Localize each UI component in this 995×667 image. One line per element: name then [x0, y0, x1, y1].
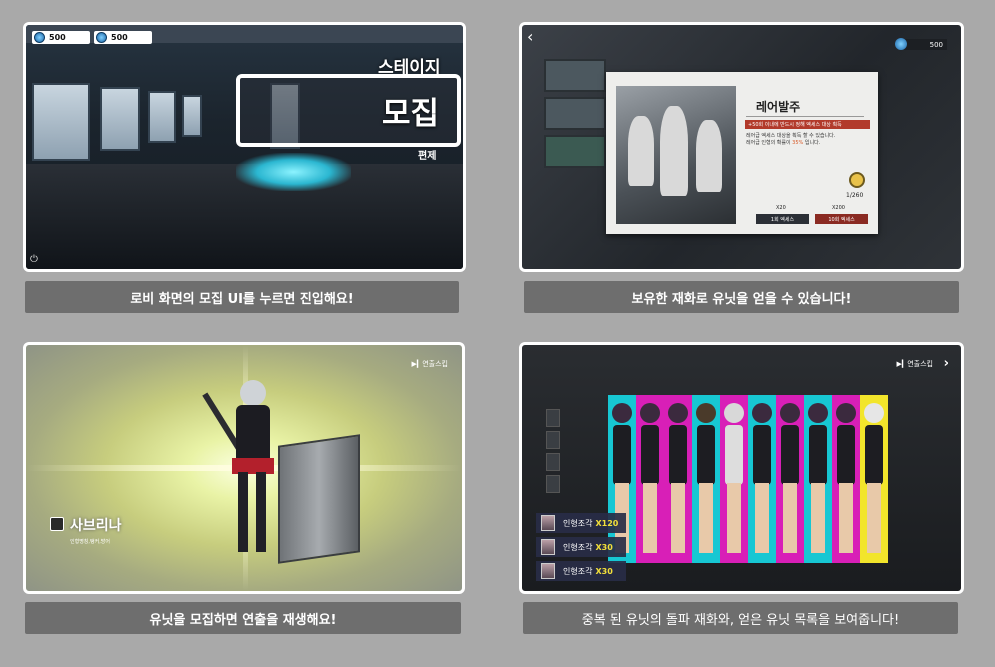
currency-badge: 500 — [32, 31, 90, 44]
single-pull-button[interactable]: 1회 엑세스 — [756, 214, 809, 224]
unit-card — [860, 395, 888, 563]
ten-pull-button[interactable]: 10회 엑세스 — [815, 214, 868, 224]
reward-row: 인형조각 X30 — [536, 561, 626, 581]
unit-name: 사브리나 — [70, 518, 122, 534]
recruit-art — [616, 86, 736, 224]
class-badge-icon — [50, 517, 64, 531]
card-description: 레어급 엑세스 대상을 획득 할 수 있습니다. 레어급 인형의 확률이 35%… — [746, 133, 836, 146]
skip-button[interactable]: ▶▎연출스킵 — [896, 359, 933, 369]
unit-card — [636, 395, 664, 563]
caption-2: 보유한 재화로 유닛을 얻을 수 있습니다! — [524, 281, 959, 313]
unit-card — [664, 395, 692, 563]
window — [32, 83, 90, 161]
lobby-screenshot: 500 500 스테이지 모집 편제 ⏻ — [23, 22, 466, 272]
gem-icon — [96, 32, 107, 43]
cost-ten: X200 — [832, 205, 845, 211]
recruit-label: 모집 — [381, 96, 439, 132]
banner-thumbnail[interactable] — [544, 97, 606, 130]
recruit-menu-highlight[interactable]: 모집 — [236, 74, 461, 147]
unit-card — [776, 395, 804, 563]
fragment-icon — [541, 515, 555, 531]
power-icon[interactable]: ⏻ — [30, 254, 38, 265]
results-screenshot: ▶▎연출스킵 › 인형조각 X120 인형조각 X30 인형조각 X30 — [519, 342, 964, 594]
next-arrow-icon[interactable]: › — [944, 356, 949, 371]
skip-button[interactable]: ▶▎연출스킵 — [411, 359, 448, 369]
window — [100, 87, 140, 151]
gem-icon — [895, 38, 907, 50]
banner-thumbnail[interactable] — [544, 59, 606, 92]
caption-3: 유닛을 모집하면 연출을 재생해요! — [25, 602, 461, 634]
currency-badge: 500 — [895, 38, 947, 50]
card-title: 레어발주 — [756, 100, 801, 114]
fragment-icon — [541, 539, 555, 555]
cost-single: X20 — [776, 205, 786, 211]
formation-menu[interactable]: 편제 — [418, 147, 436, 162]
unit-card — [832, 395, 860, 563]
unit-card — [692, 395, 720, 563]
currency-badge: 500 — [94, 31, 152, 44]
window — [182, 95, 202, 137]
holo-table — [236, 153, 351, 191]
recruit-card: 레어발주 +50회 이내에 반드시 정해 엑세스 대상 획득 레어급 엑세스 대… — [606, 72, 878, 234]
caption-1: 로비 화면의 모집 UI를 누르면 진입해요! — [25, 281, 459, 313]
banner-thumbnail[interactable] — [544, 135, 606, 168]
fragment-icon — [541, 563, 555, 579]
unit-card — [748, 395, 776, 563]
guarantee-banner: +50회 이내에 반드시 정해 엑세스 대상 획득 — [745, 120, 870, 129]
unit-reveal-screenshot: ▶▎연출스킵 사브리나 인형명칭,탱커,방어 — [23, 342, 465, 594]
reward-row: 인형조각 X120 — [536, 513, 626, 533]
caption-4: 중복 된 유닛의 돌파 재화와, 얻은 유닛 목록을 보여줍니다! — [523, 602, 958, 634]
pity-counter: 1/260 — [846, 192, 864, 199]
unit-character — [226, 380, 278, 555]
window — [148, 91, 176, 143]
unit-role: 인형명칭,탱커,방어 — [70, 539, 110, 545]
medal-icon — [849, 172, 865, 188]
reward-row: 인형조각 X30 — [536, 537, 626, 557]
unit-card — [804, 395, 832, 563]
back-arrow-icon[interactable]: ‹ — [527, 27, 533, 46]
unit-card — [720, 395, 748, 563]
recruit-screenshot: ‹ 500 레어발주 +50회 이내에 반드시 정해 엑세스 대상 획득 레어급… — [519, 22, 964, 272]
shield — [278, 434, 360, 564]
gem-icon — [34, 32, 45, 43]
ceiling — [26, 25, 463, 43]
